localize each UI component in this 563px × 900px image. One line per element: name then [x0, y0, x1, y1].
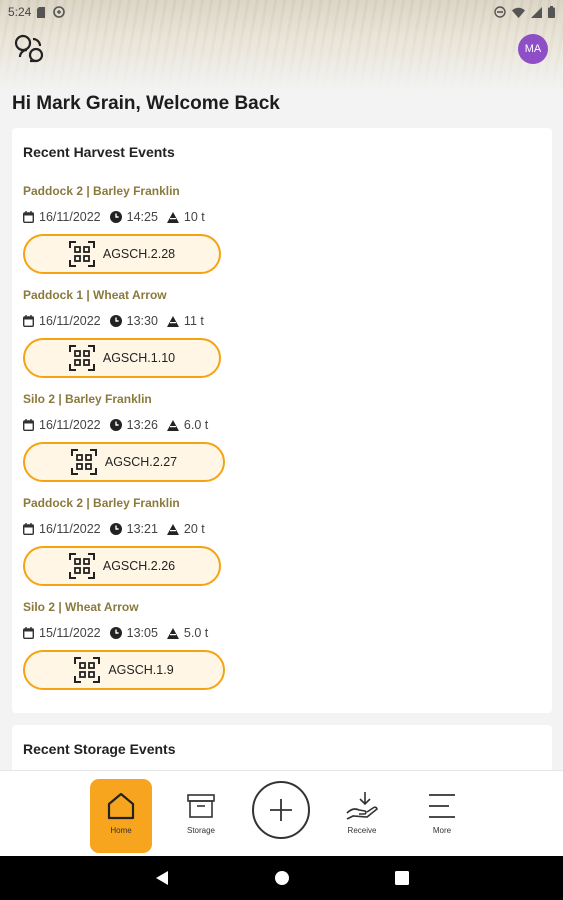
nav-label: Home [110, 826, 132, 835]
card-title: Recent Storage Events [23, 741, 176, 757]
event-date: 16/11/2022 [39, 210, 101, 224]
clock-icon [109, 419, 122, 431]
qr-code-button[interactable]: AGSCH.2.26 [23, 546, 221, 586]
harvest-event: Silo 2 | Barley Franklin 16/11/2022 13:2… [23, 391, 323, 495]
qr-code-button[interactable]: AGSCH.1.10 [23, 338, 221, 378]
event-weight: 6.0 t [183, 418, 209, 432]
sd-card-icon [37, 6, 46, 18]
qr-code-label: AGSCH.1.9 [108, 663, 174, 677]
nav-label: Storage [186, 826, 216, 835]
event-name: Paddock 2 | Barley Franklin [23, 496, 180, 510]
menu-icon [429, 794, 455, 818]
clock-icon [109, 315, 122, 327]
calendar-icon [23, 627, 34, 639]
qr-scan-icon [68, 345, 95, 371]
weight-icon [166, 627, 179, 639]
event-weight: 11 t [183, 314, 204, 328]
event-time: 13:05 [126, 626, 158, 640]
qr-scan-icon [68, 241, 95, 267]
nav-receive[interactable]: Receive [331, 779, 393, 853]
harvest-event: Paddock 1 | Wheat Arrow 16/11/2022 13:30… [23, 287, 323, 391]
recents-icon[interactable] [394, 871, 409, 885]
qr-code-label: AGSCH.2.27 [104, 455, 178, 469]
event-time: 13:30 [126, 314, 158, 328]
qr-code-label: AGSCH.2.28 [102, 247, 176, 261]
status-bar: 5:24 [0, 0, 563, 24]
event-name: Silo 2 | Wheat Arrow [23, 600, 139, 614]
event-time: 14:25 [126, 210, 158, 224]
qr-scan-icon [70, 449, 97, 475]
qr-code-button[interactable]: AGSCH.2.27 [23, 442, 225, 482]
clock-icon [109, 523, 122, 535]
qr-code-button[interactable]: AGSCH.2.28 [23, 234, 221, 274]
weight-icon [166, 211, 179, 223]
app-logo-icon[interactable] [14, 33, 46, 65]
qr-code-label: AGSCH.2.26 [102, 559, 176, 573]
calendar-icon [23, 419, 34, 431]
avatar[interactable]: MA [518, 34, 548, 64]
weight-icon [166, 315, 179, 327]
home-circle-icon[interactable] [274, 870, 290, 886]
clock-icon [109, 211, 122, 223]
wifi-icon [512, 7, 525, 18]
event-time: 13:21 [126, 522, 158, 536]
event-date: 15/11/2022 [39, 626, 101, 640]
harvest-event: Paddock 2 | Barley Franklin 16/11/2022 1… [23, 495, 323, 599]
nav-more[interactable]: More [411, 779, 473, 853]
nav-label: Receive [347, 826, 377, 835]
signal-icon [531, 6, 542, 18]
receive-icon [346, 792, 378, 820]
calendar-icon [23, 211, 34, 223]
harvest-event: Silo 2 | Wheat Arrow 15/11/2022 13:05 5.… [23, 599, 323, 703]
qr-scan-icon [68, 553, 95, 579]
battery-icon [548, 6, 555, 18]
welcome-heading: Hi Mark Grain, Welcome Back [12, 93, 280, 114]
qr-code-button[interactable]: AGSCH.1.9 [23, 650, 225, 690]
archive-box-icon [187, 794, 215, 818]
event-name: Paddock 1 | Wheat Arrow [23, 288, 167, 302]
event-name: Paddock 2 | Barley Franklin [23, 184, 180, 198]
dnd-icon [494, 6, 506, 18]
weight-icon [166, 523, 179, 535]
card-title: Recent Harvest Events [23, 144, 175, 160]
event-date: 16/11/2022 [39, 418, 101, 432]
nav-home[interactable]: Home [90, 779, 152, 853]
event-weight: 5.0 t [183, 626, 209, 640]
event-time: 13:26 [126, 418, 158, 432]
event-date: 16/11/2022 [39, 314, 101, 328]
nav-storage[interactable]: Storage [170, 779, 232, 853]
status-time: 5:24 [8, 5, 32, 19]
back-icon[interactable] [155, 870, 169, 886]
qr-code-label: AGSCH.1.10 [102, 351, 176, 365]
event-weight: 10 t [183, 210, 205, 224]
weight-icon [166, 419, 179, 431]
avatar-initials: MA [524, 43, 542, 55]
calendar-icon [23, 315, 34, 327]
calendar-icon [23, 523, 34, 535]
qr-scan-icon [74, 657, 101, 683]
recent-harvest-card: Recent Harvest Events Paddock 2 | Barley… [12, 128, 552, 713]
nav-add-button[interactable] [252, 781, 310, 839]
harvest-event: Paddock 2 | Barley Franklin 16/11/2022 1… [23, 183, 323, 287]
nav-label: More [432, 826, 452, 835]
home-icon [107, 792, 135, 820]
event-date: 16/11/2022 [39, 522, 101, 536]
event-weight: 20 t [183, 522, 205, 536]
system-nav-bar [0, 856, 563, 900]
sync-icon [53, 6, 66, 18]
clock-icon [109, 627, 122, 639]
event-name: Silo 2 | Barley Franklin [23, 392, 152, 406]
bottom-nav: Home Storage Receive More [0, 770, 563, 856]
plus-icon [270, 799, 292, 821]
